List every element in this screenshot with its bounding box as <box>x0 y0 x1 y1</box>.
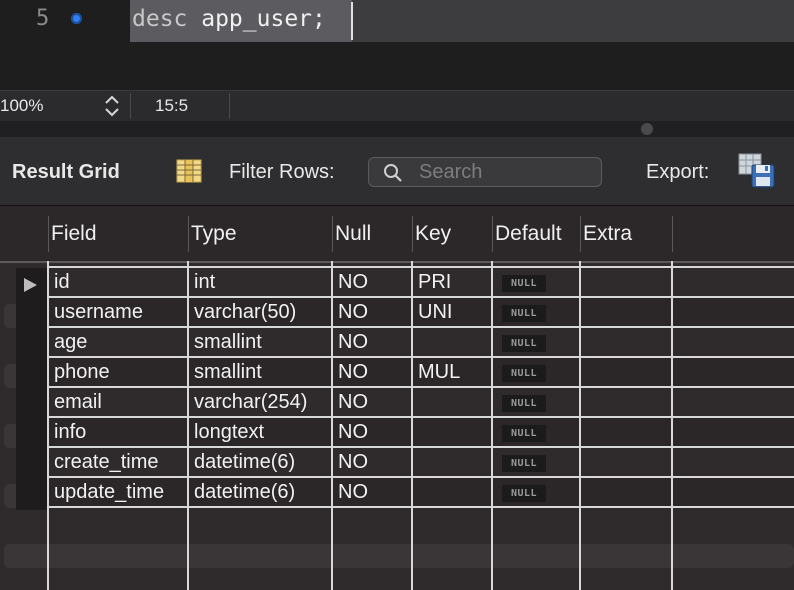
result-grid[interactable]: Field Type Null Key Default Extra id int N… <box>0 206 794 590</box>
zoom-level[interactable]: 100% <box>0 96 43 116</box>
cursor-position: 15:5 <box>155 96 189 115</box>
text-caret <box>351 2 353 40</box>
column-header-type[interactable]: Type <box>191 222 237 246</box>
cell-default-null-badge[interactable]: NULL <box>502 305 546 322</box>
result-grid-label: Result Grid <box>12 161 120 183</box>
cell-type[interactable]: smallint <box>194 331 262 354</box>
cell-null[interactable]: NO <box>338 331 368 354</box>
editor-status-bar: 100% 15:5 <box>0 90 794 122</box>
row-selector-column[interactable] <box>16 268 48 510</box>
current-row-arrow-icon <box>24 278 37 292</box>
cell-null[interactable]: NO <box>338 391 368 414</box>
cell-default-null-badge[interactable]: NULL <box>502 365 546 382</box>
result-toolbar: Result Grid Filter Rows: Export: <box>0 137 794 206</box>
header-divider <box>188 216 189 252</box>
status-divider <box>130 93 131 119</box>
result-grid-icon[interactable] <box>176 159 202 183</box>
cell-type[interactable]: smallint <box>194 361 262 384</box>
header-divider <box>48 216 49 252</box>
cell-null[interactable]: NO <box>338 451 368 474</box>
cell-key[interactable]: UNI <box>418 301 452 324</box>
column-header-key[interactable]: Key <box>415 222 451 246</box>
cell-field[interactable]: info <box>54 421 86 444</box>
header-divider <box>580 216 581 252</box>
cell-null[interactable]: NO <box>338 271 368 294</box>
row-stripe <box>4 544 794 568</box>
zoom-stepper-icon[interactable] <box>102 93 122 119</box>
filter-rows-label: Filter Rows: <box>229 161 335 183</box>
header-divider <box>492 216 493 252</box>
cell-default-null-badge[interactable]: NULL <box>502 275 546 292</box>
search-icon <box>384 164 402 182</box>
cell-field[interactable]: email <box>54 391 102 414</box>
table-row[interactable]: phone smallint NO MUL NULL <box>48 358 794 388</box>
pane-splitter[interactable] <box>0 121 794 137</box>
cell-type[interactable]: datetime(6) <box>194 481 295 504</box>
cell-null[interactable]: NO <box>338 361 368 384</box>
code-rest: app_user; <box>187 6 326 32</box>
cell-key[interactable]: MUL <box>418 361 460 384</box>
column-line <box>579 261 581 590</box>
row-line <box>48 506 794 508</box>
line-number: 5 <box>36 6 50 31</box>
cell-type[interactable]: datetime(6) <box>194 451 295 474</box>
column-line <box>47 261 49 590</box>
column-line <box>187 261 189 590</box>
cell-null[interactable]: NO <box>338 301 368 324</box>
splitter-handle-icon[interactable] <box>641 123 653 135</box>
table-row[interactable]: id int NO PRI NULL <box>48 268 794 298</box>
table-row[interactable]: age smallint NO NULL <box>48 328 794 358</box>
column-header-default[interactable]: Default <box>495 222 562 246</box>
cell-null[interactable]: NO <box>338 421 368 444</box>
export-label: Export: <box>646 161 710 183</box>
table-row[interactable]: info longtext NO NULL <box>48 418 794 448</box>
table-row[interactable]: update_time datetime(6) NO NULL <box>48 478 794 508</box>
cell-type[interactable]: int <box>194 271 215 294</box>
column-line <box>411 261 413 590</box>
sql-editor[interactable]: 5 desc app_user; <box>0 0 794 90</box>
breakpoint-marker-icon[interactable] <box>71 13 82 24</box>
header-divider <box>672 216 673 252</box>
header-divider <box>332 216 333 252</box>
cell-default-null-badge[interactable]: NULL <box>502 335 546 352</box>
cell-default-null-badge[interactable]: NULL <box>502 395 546 412</box>
column-header-field[interactable]: Field <box>51 222 97 246</box>
cell-null[interactable]: NO <box>338 481 368 504</box>
code-keyword: desc <box>132 6 188 32</box>
table-row[interactable]: email varchar(254) NO NULL <box>48 388 794 418</box>
cell-field[interactable]: age <box>54 331 87 354</box>
column-line <box>491 261 493 590</box>
column-header-null[interactable]: Null <box>335 222 371 246</box>
table-row[interactable]: username varchar(50) NO UNI NULL <box>48 298 794 328</box>
code-line-5[interactable]: desc app_user; <box>132 6 326 32</box>
cell-type[interactable]: varchar(50) <box>194 301 296 324</box>
cell-default-null-badge[interactable]: NULL <box>502 455 546 472</box>
cell-field[interactable]: phone <box>54 361 110 384</box>
grid-header: Field Type Null Key Default Extra <box>0 206 794 263</box>
column-line <box>671 261 673 590</box>
cell-type[interactable]: longtext <box>194 421 264 444</box>
export-icon[interactable] <box>738 153 776 189</box>
filter-search-box[interactable] <box>368 157 602 187</box>
cell-type[interactable]: varchar(254) <box>194 391 307 414</box>
header-divider <box>412 216 413 252</box>
cell-field[interactable]: create_time <box>54 451 159 474</box>
cell-default-null-badge[interactable]: NULL <box>502 425 546 442</box>
table-row[interactable]: create_time datetime(6) NO NULL <box>48 448 794 478</box>
column-line <box>331 261 333 590</box>
cell-field[interactable]: username <box>54 301 143 324</box>
cell-key[interactable]: PRI <box>418 271 451 294</box>
cell-field[interactable]: id <box>54 271 70 294</box>
filter-search-input[interactable] <box>419 160 589 184</box>
cell-default-null-badge[interactable]: NULL <box>502 485 546 502</box>
cell-field[interactable]: update_time <box>54 481 164 504</box>
column-header-extra[interactable]: Extra <box>583 222 632 246</box>
status-divider <box>229 93 230 119</box>
